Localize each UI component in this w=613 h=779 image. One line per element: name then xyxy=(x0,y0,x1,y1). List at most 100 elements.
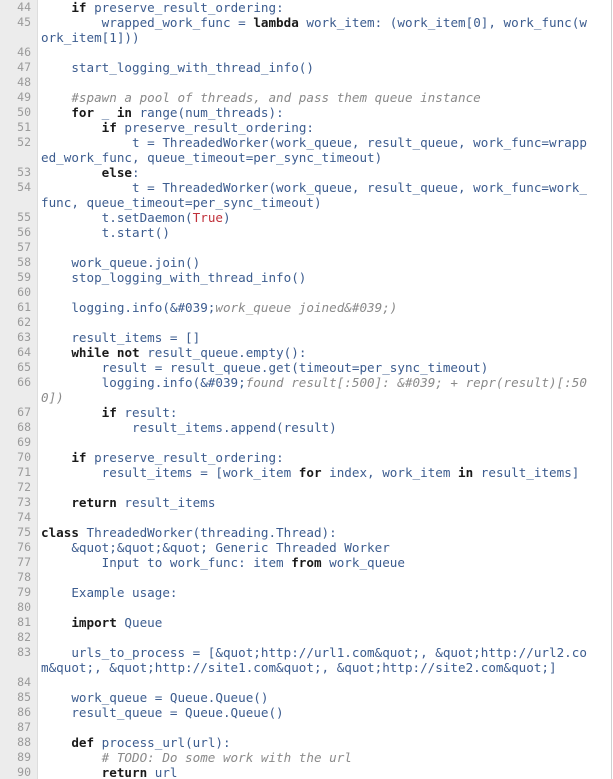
code-line[interactable]: 68 result_items.append(result) xyxy=(0,420,611,435)
code-line[interactable]: 44 if preserve_result_ordering: xyxy=(0,0,611,15)
code-line[interactable]: 56 t.start() xyxy=(0,225,611,240)
code-line[interactable]: 48 xyxy=(0,75,611,90)
line-number: 90 xyxy=(17,765,31,779)
code-line[interactable]: 0]) xyxy=(0,390,611,405)
line-number: 55 xyxy=(17,210,31,224)
line-number: 86 xyxy=(17,705,31,719)
code-line[interactable]: 87 xyxy=(0,720,611,735)
line-number: 87 xyxy=(17,720,31,734)
code-line[interactable]: 65 result = result_queue.get(timeout=per… xyxy=(0,360,611,375)
line-number: 72 xyxy=(17,480,31,494)
code-text: return result_items xyxy=(71,495,216,510)
code-text: ed_work_func, queue_timeout=per_sync_tim… xyxy=(41,150,383,165)
line-number: 53 xyxy=(17,165,31,179)
code-editor[interactable]: 44 if preserve_result_ordering: 45 wrappe… xyxy=(0,0,612,779)
code-line[interactable]: 89 # TODO: Do some work with the url xyxy=(0,750,611,765)
line-number: 45 xyxy=(17,15,31,29)
code-text: urls_to_process = [&quot;http://url1.com… xyxy=(41,645,587,660)
code-line[interactable]: 79 Example usage: xyxy=(0,585,611,600)
code-line[interactable]: 62 xyxy=(0,315,611,330)
line-number: 61 xyxy=(17,300,31,314)
line-number: 52 xyxy=(17,135,31,149)
code-line[interactable]: 59 stop_logging_with_thread_info() xyxy=(0,270,611,285)
code-text: t.start() xyxy=(41,225,170,240)
code-line[interactable]: 55 t.setDaemon(True) xyxy=(0,210,611,225)
line-number: 47 xyxy=(17,60,31,74)
code-text: import Queue xyxy=(71,615,163,630)
code-line[interactable]: 46 xyxy=(0,45,611,60)
code-text: if preserve_result_ordering: xyxy=(101,120,314,135)
code-text: # TODO: Do some work with the url xyxy=(41,750,352,765)
line-number: 59 xyxy=(17,270,31,284)
code-line[interactable]: 69 xyxy=(0,435,611,450)
code-line[interactable]: 66 logging.info(&#039;found result[:500]… xyxy=(0,375,611,390)
code-text: result_items = [] xyxy=(41,330,201,345)
code-line[interactable]: 76 &quot;&quot;&quot; Generic Threaded W… xyxy=(0,540,611,555)
code-line[interactable]: 47 start_logging_with_thread_info() xyxy=(0,60,611,75)
line-number: 68 xyxy=(17,420,31,434)
code-text: def process_url(url): xyxy=(71,735,231,750)
code-line[interactable]: 70 if preserve_result_ordering: xyxy=(0,450,611,465)
line-number: 56 xyxy=(17,225,31,239)
code-line[interactable]: 74 xyxy=(0,510,611,525)
code-line[interactable]: 50 for _ in range(num_threads): xyxy=(0,105,611,120)
line-number: 76 xyxy=(17,540,31,554)
code-text: start_logging_with_thread_info() xyxy=(41,60,314,75)
code-line[interactable]: func, queue_timeout=per_sync_timeout) xyxy=(0,195,611,210)
code-line[interactable]: 84 xyxy=(0,675,611,690)
code-line[interactable]: 80 xyxy=(0,600,611,615)
line-number: 63 xyxy=(17,330,31,344)
line-number: 73 xyxy=(17,495,31,509)
code-line[interactable]: 90 return url xyxy=(0,765,611,779)
code-line[interactable]: 85 work_queue = Queue.Queue() xyxy=(0,690,611,705)
code-line[interactable]: 52 t = ThreadedWorker(work_queue, result… xyxy=(0,135,611,150)
line-number: 84 xyxy=(17,675,31,689)
code-text: t = ThreadedWorker(work_queue, result_qu… xyxy=(41,180,587,195)
code-line[interactable]: 53 else: xyxy=(0,165,611,180)
code-line[interactable]: ed_work_func, queue_timeout=per_sync_tim… xyxy=(0,150,611,165)
line-number: 89 xyxy=(17,750,31,764)
code-line[interactable]: 58 work_queue.join() xyxy=(0,255,611,270)
line-number: 83 xyxy=(17,645,31,659)
line-number: 48 xyxy=(17,75,31,89)
code-text: return url xyxy=(101,765,178,779)
code-line[interactable]: 81 import Queue xyxy=(0,615,611,630)
code-text: wrapped_work_func = lambda work_item: (w… xyxy=(41,15,587,30)
code-line[interactable]: 45 wrapped_work_func = lambda work_item:… xyxy=(0,15,611,30)
code-line[interactable]: 82 xyxy=(0,630,611,645)
line-number: 49 xyxy=(17,90,31,104)
code-line[interactable]: 63 result_items = [] xyxy=(0,330,611,345)
code-text: if preserve_result_ordering: xyxy=(71,450,284,465)
code-line[interactable]: 86 result_queue = Queue.Queue() xyxy=(0,705,611,720)
line-number: 77 xyxy=(17,555,31,569)
code-text: &quot;&quot;&quot; Generic Threaded Work… xyxy=(41,540,390,555)
code-line[interactable]: 61 logging.info(&#039;work_queue joined&… xyxy=(0,300,611,315)
line-number: 67 xyxy=(17,405,31,419)
code-text: m&quot;, &quot;http://site1.com&quot;, &… xyxy=(41,660,557,675)
code-text: t = ThreadedWorker(work_queue, result_qu… xyxy=(41,135,587,150)
code-line[interactable]: ork_item[1])) xyxy=(0,30,611,45)
code-line[interactable]: m&quot;, &quot;http://site1.com&quot;, &… xyxy=(0,660,611,675)
code-text: #spawn a pool of threads, and pass them … xyxy=(41,90,481,105)
code-line[interactable]: 51 if preserve_result_ordering: xyxy=(0,120,611,135)
code-line[interactable]: 49 #spawn a pool of threads, and pass th… xyxy=(0,90,611,105)
code-line[interactable]: 88 def process_url(url): xyxy=(0,735,611,750)
line-number: 71 xyxy=(17,465,31,479)
code-line[interactable]: 60 xyxy=(0,285,611,300)
code-line[interactable]: 77 Input to work_func: item from work_qu… xyxy=(0,555,611,570)
code-line[interactable]: 64 while not result_queue.empty(): xyxy=(0,345,611,360)
code-text: 0]) xyxy=(41,390,64,405)
code-line[interactable]: 72 xyxy=(0,480,611,495)
code-line[interactable]: 54 t = ThreadedWorker(work_queue, result… xyxy=(0,180,611,195)
code-line[interactable]: 57 xyxy=(0,240,611,255)
code-line[interactable]: 73 return result_items xyxy=(0,495,611,510)
code-text: work_queue.join() xyxy=(41,255,201,270)
code-line[interactable]: 75 class ThreadedWorker(threading.Thread)… xyxy=(0,525,611,540)
code-line[interactable]: 83 urls_to_process = [&quot;http://url1.… xyxy=(0,645,611,660)
code-line[interactable]: 67 if result: xyxy=(0,405,611,420)
line-number: 66 xyxy=(17,375,31,389)
code-line[interactable]: 78 xyxy=(0,570,611,585)
line-number: 46 xyxy=(17,45,31,59)
code-text: logging.info(&#039;work_queue joined&#03… xyxy=(41,300,398,315)
code-line[interactable]: 71 result_items = [work_item for index, … xyxy=(0,465,611,480)
